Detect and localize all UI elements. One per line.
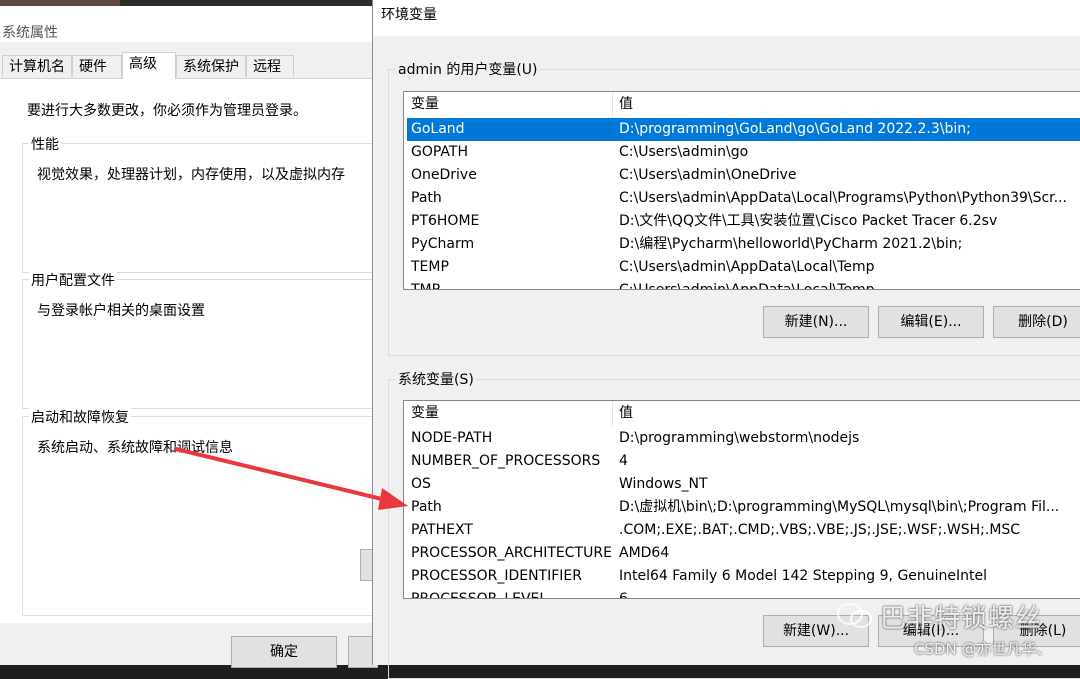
- system-properties-titlebar: 系统属性: [0, 6, 372, 42]
- table-row[interactable]: Path D:\虚拟机\bin\;D:\programming\MySQL\mys…: [407, 496, 1080, 519]
- variable-value: Windows_NT: [619, 476, 708, 492]
- column-separator: [612, 92, 613, 117]
- table-row[interactable]: Path C:\Users\admin\AppData\Local\Program…: [407, 187, 1080, 210]
- user-variables-list[interactable]: 变量 值 GoLand D:\programming\GoLand\go\GoLa…: [403, 91, 1080, 290]
- variable-name: PATHEXT: [411, 522, 473, 538]
- table-row[interactable]: GoLand D:\programming\GoLand\go\GoLand 20…: [407, 118, 1080, 141]
- list-header: 变量 值: [404, 401, 1080, 426]
- environment-variables-window: 环境变量 admin 的用户变量(U) 变量 值 GoLand D:\progra…: [372, 0, 1080, 679]
- tab-computer-name[interactable]: 计算机名: [2, 55, 72, 77]
- tab-system-protection[interactable]: 系统保护: [176, 55, 246, 77]
- watermark-credit: CSDN @亦世凡华、: [914, 640, 1052, 658]
- table-row[interactable]: TEMP C:\Users\admin\AppData\Local\Temp: [407, 256, 1080, 279]
- variable-value: C:\Users\admin\AppData\Local\Temp: [619, 259, 875, 275]
- variable-name: GoLand: [411, 121, 465, 137]
- list-header: 变量 值: [404, 92, 1080, 117]
- tab-strip: 计算机名 硬件 高级 系统保护 远程: [0, 52, 372, 79]
- table-row[interactable]: PyCharm D:\编程\Pycharm\helloworld\PyCharm …: [407, 233, 1080, 256]
- variable-value: AMD64: [619, 545, 670, 561]
- user-delete-button[interactable]: 删除(D): [993, 306, 1080, 338]
- variable-value: C:\Users\admin\AppData\Local\Programs\Py…: [619, 190, 1067, 206]
- variable-value: .COM;.EXE;.BAT;.CMD;.VBS;.VBE;.JS;.JSE;.…: [619, 522, 1021, 538]
- column-header-name[interactable]: 变量: [411, 92, 439, 117]
- variable-name: PT6HOME: [411, 213, 480, 229]
- variable-name: PROCESSOR_ARCHITECTURE: [411, 545, 612, 561]
- variable-name: PROCESSOR_LEVEL: [411, 591, 548, 599]
- variable-name: TEMP: [411, 259, 449, 275]
- admin-note: 要进行大多数更改，你必须作为管理员登录。: [27, 103, 307, 119]
- advanced-tab-panel: 要进行大多数更改，你必须作为管理员登录。 性能 视觉效果，处理器计划，内存使用，…: [0, 78, 382, 623]
- column-header-value[interactable]: 值: [619, 92, 633, 117]
- variable-name: PROCESSOR_IDENTIFIER: [411, 568, 582, 584]
- group-description: 系统启动、系统故障和调试信息: [37, 440, 233, 456]
- group-legend: admin 的用户变量(U): [396, 59, 540, 79]
- variable-value: D:\programming\GoLand\go\GoLand 2022.2.3…: [619, 121, 971, 137]
- user-profiles-group: 用户配置文件 与登录帐户相关的桌面设置: [22, 270, 382, 409]
- variable-name: Path: [411, 499, 442, 515]
- variable-value: C:\Users\admin\AppData\Local\Temp: [619, 282, 875, 290]
- table-row[interactable]: PATHEXT .COM;.EXE;.BAT;.CMD;.VBS;.VBE;.JS…: [407, 519, 1080, 542]
- system-properties-window: 系统属性 计算机名 硬件 高级 系统保护 远程 要进行大多数更改，你必须作为管理…: [0, 0, 382, 668]
- variable-value: C:\Users\admin\OneDrive: [619, 167, 797, 183]
- window-title: 环境变量: [381, 7, 437, 23]
- variable-name: NODE-PATH: [411, 430, 493, 446]
- group-description: 与登录帐户相关的桌面设置: [37, 303, 205, 319]
- table-row[interactable]: PROCESSOR_IDENTIFIER Intel64 Family 6 Mod…: [407, 565, 1080, 588]
- table-row[interactable]: NUMBER_OF_PROCESSORS 4: [407, 450, 1080, 473]
- system-variables-list[interactable]: 变量 值 NODE-PATH D:\programming\webstorm\no…: [403, 400, 1080, 599]
- variable-name: OS: [411, 476, 431, 492]
- variable-name: NUMBER_OF_PROCESSORS: [411, 453, 601, 469]
- group-legend: 性能: [29, 134, 61, 154]
- variable-name: OneDrive: [411, 167, 477, 183]
- group-legend: 启动和故障恢复: [29, 407, 131, 427]
- table-row[interactable]: GOPATH C:\Users\admin\go: [407, 141, 1080, 164]
- tab-remote[interactable]: 远程: [246, 55, 294, 77]
- column-separator: [612, 401, 613, 426]
- environment-variables-titlebar: 环境变量: [373, 0, 1080, 36]
- variable-value: D:\虚拟机\bin\;D:\programming\MySQL\mysql\b…: [619, 499, 1060, 515]
- column-header-name[interactable]: 变量: [411, 401, 439, 426]
- wechat-icon: [837, 603, 872, 628]
- table-row[interactable]: TMP C:\Users\admin\AppData\Local\Temp: [407, 279, 1080, 290]
- variable-value: C:\Users\admin\go: [619, 144, 749, 160]
- table-row[interactable]: PT6HOME D:\文件\QQ文件\工具\安装位置\Cisco Packet T…: [407, 210, 1080, 233]
- tab-advanced[interactable]: 高级: [122, 52, 176, 79]
- user-edit-button[interactable]: 编辑(E)...: [878, 306, 984, 338]
- variable-value: 4: [619, 453, 628, 469]
- startup-recovery-group: 启动和故障恢复 系统启动、系统故障和调试信息: [22, 407, 382, 616]
- ok-button[interactable]: 确定: [231, 636, 337, 668]
- table-row[interactable]: NODE-PATH D:\programming\webstorm\nodejs: [407, 427, 1080, 450]
- table-row[interactable]: OS Windows_NT: [407, 473, 1080, 496]
- variable-name: Path: [411, 190, 442, 206]
- user-new-button[interactable]: 新建(N)...: [763, 306, 869, 338]
- performance-group: 性能 视觉效果，处理器计划，内存使用，以及虚拟内存: [22, 134, 382, 273]
- group-legend: 用户配置文件: [29, 270, 117, 290]
- variable-value: D:\文件\QQ文件\工具\安装位置\Cisco Packet Tracer 6…: [619, 213, 998, 229]
- variable-name: PyCharm: [411, 236, 475, 252]
- tab-hardware[interactable]: 硬件: [72, 55, 122, 77]
- variable-value: D:\编程\Pycharm\helloworld\PyCharm 2021.2\…: [619, 236, 963, 252]
- window-title: 系统属性: [2, 25, 58, 41]
- watermark-title: 巴非特锁螺丝: [880, 604, 1043, 634]
- variable-value: D:\programming\webstorm\nodejs: [619, 430, 860, 446]
- table-row[interactable]: PROCESSOR_ARCHITECTURE AMD64: [407, 542, 1080, 565]
- variable-name: GOPATH: [411, 144, 468, 160]
- variable-name: TMP: [411, 282, 441, 290]
- variable-value: Intel64 Family 6 Model 142 Stepping 9, G…: [619, 568, 988, 584]
- group-legend: 系统变量(S): [396, 369, 476, 389]
- group-description: 视觉效果，处理器计划，内存使用，以及虚拟内存: [37, 167, 345, 183]
- table-row[interactable]: OneDrive C:\Users\admin\OneDrive: [407, 164, 1080, 187]
- column-header-value[interactable]: 值: [619, 401, 633, 426]
